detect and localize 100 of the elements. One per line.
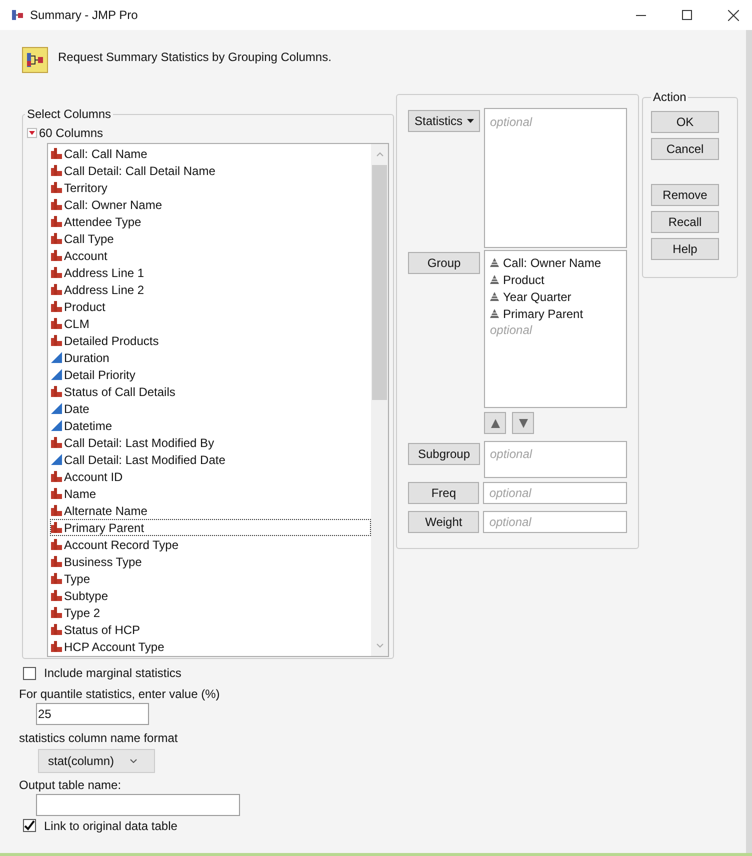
minimize-icon[interactable]: [636, 14, 646, 16]
placeholder-text: optional: [489, 485, 532, 501]
down-triangle-icon: [518, 418, 528, 428]
quantile-field[interactable]: 25: [36, 703, 149, 725]
column-item[interactable]: Product: [50, 298, 371, 315]
panel-title: Select Columns: [26, 106, 112, 123]
bar-chart-icon: [51, 318, 62, 329]
ordinal-icon: [490, 275, 499, 284]
action-button[interactable]: Recall: [651, 211, 719, 233]
column-item[interactable]: Primary Parent: [50, 519, 371, 536]
close-icon[interactable]: [728, 10, 739, 20]
up-triangle-icon: [490, 418, 500, 428]
maximize-icon[interactable]: [682, 10, 692, 20]
group-item[interactable]: Product: [503, 270, 544, 288]
bar-chart-icon: [51, 199, 62, 210]
column-item[interactable]: Address Line 2: [50, 281, 371, 298]
move-down-button[interactable]: [512, 412, 534, 434]
group-item[interactable]: Year Quarter: [503, 288, 572, 306]
panel-title: Action: [652, 89, 688, 106]
triangle-icon: [51, 352, 62, 363]
column-item[interactable]: Datetime: [50, 417, 371, 434]
role-button[interactable]: Statistics: [408, 110, 480, 132]
field-label: statistics column name format: [19, 730, 179, 747]
bar-chart-icon: [51, 607, 62, 618]
column-item[interactable]: Account ID: [50, 468, 371, 485]
bar-chart-icon: [51, 641, 62, 652]
placeholder-text: optional: [490, 115, 532, 129]
app-icon: [12, 9, 24, 21]
bar-chart-icon: [51, 165, 62, 176]
format-dropdown[interactable]: stat(column): [38, 749, 155, 773]
bar-chart-icon: [51, 284, 62, 295]
column-item[interactable]: CLM: [50, 315, 371, 332]
move-up-button[interactable]: [484, 412, 506, 434]
role-button[interactable]: Subgroup: [408, 443, 480, 465]
group-item[interactable]: Primary Parent: [503, 304, 584, 322]
checkbox-label: Include marginal statistics: [44, 665, 182, 682]
column-item[interactable]: Account Record Type: [50, 536, 371, 553]
role-button[interactable]: Group: [408, 252, 480, 274]
column-item[interactable]: Detail Priority: [50, 366, 371, 383]
field-label: Output table name:: [19, 777, 122, 794]
column-item[interactable]: Territory: [50, 179, 371, 196]
column-item[interactable]: Duration: [50, 349, 371, 366]
role-button[interactable]: Freq: [408, 482, 480, 504]
column-item[interactable]: Call: Owner Name: [50, 196, 371, 213]
window-title: Summary - JMP Pro: [30, 7, 138, 24]
bar-chart-icon: [51, 590, 62, 601]
bar-chart-icon: [51, 233, 62, 244]
bar-chart-icon: [51, 556, 62, 567]
disclosure-icon[interactable]: [27, 128, 37, 138]
bar-chart-icon: [51, 522, 62, 533]
field-label: For quantile statistics, enter value (%): [19, 686, 221, 703]
column-item[interactable]: Date: [50, 400, 371, 417]
chevron-down-icon: [130, 759, 138, 763]
bar-chart-icon: [51, 539, 62, 550]
column-item[interactable]: Detailed Products: [50, 332, 371, 349]
bar-chart-icon: [51, 182, 62, 193]
output-name-field[interactable]: [36, 794, 240, 816]
placeholder-text: optional: [490, 322, 534, 338]
bar-chart-icon: [51, 471, 62, 482]
column-item[interactable]: Status of HCP: [50, 621, 371, 638]
bar-chart-icon: [51, 250, 62, 261]
column-item[interactable]: Type: [50, 570, 371, 587]
column-item[interactable]: Alternate Name: [50, 502, 371, 519]
triangle-icon: [51, 369, 62, 380]
column-item[interactable]: Address Line 1: [50, 264, 371, 281]
column-item[interactable]: Status of Call Details: [50, 383, 371, 400]
bar-chart-icon: [51, 573, 62, 584]
column-item[interactable]: Subtype: [50, 587, 371, 604]
column-item[interactable]: Type 2: [50, 604, 371, 621]
bar-chart-icon: [51, 505, 62, 516]
column-item[interactable]: Call: Call Name: [50, 145, 371, 162]
bar-chart-icon: [51, 267, 62, 278]
column-item[interactable]: Call Type: [50, 230, 371, 247]
action-button[interactable]: OK: [651, 111, 719, 133]
role-button[interactable]: Weight: [408, 511, 480, 533]
column-item[interactable]: Account: [50, 247, 371, 264]
header-text: Request Summary Statistics by Grouping Columns.: [58, 49, 332, 66]
column-item[interactable]: HCP Account Type: [50, 638, 371, 655]
column-item[interactable]: Business Type: [50, 553, 371, 570]
action-button[interactable]: Cancel: [651, 138, 719, 160]
column-item[interactable]: Name: [50, 485, 371, 502]
action-button[interactable]: Remove: [651, 184, 719, 206]
column-item[interactable]: Attendee Type: [50, 213, 371, 230]
bar-chart-icon: [51, 386, 62, 397]
column-item[interactable]: Call Detail: Last Modified By: [50, 434, 371, 451]
bar-chart-icon: [51, 148, 62, 159]
ordinal-icon: [490, 309, 499, 318]
bar-chart-icon: [51, 216, 62, 227]
checkbox[interactable]: [23, 666, 36, 680]
summary-icon: [22, 47, 48, 73]
dropdown-icon: [466, 119, 474, 123]
bar-chart-icon: [51, 437, 62, 448]
column-item[interactable]: Call Detail: Call Detail Name: [50, 162, 371, 179]
group-item[interactable]: Call: Owner Name: [503, 254, 602, 272]
ordinal-icon: [490, 258, 499, 267]
action-button[interactable]: Help: [651, 238, 719, 260]
column-item[interactable]: Call Detail: Last Modified Date: [50, 451, 371, 468]
checkbox[interactable]: [23, 819, 36, 832]
triangle-icon: [51, 403, 62, 414]
group-list[interactable]: Call: Owner Name Product Year Quarter Primary Parent optional: [484, 250, 627, 408]
